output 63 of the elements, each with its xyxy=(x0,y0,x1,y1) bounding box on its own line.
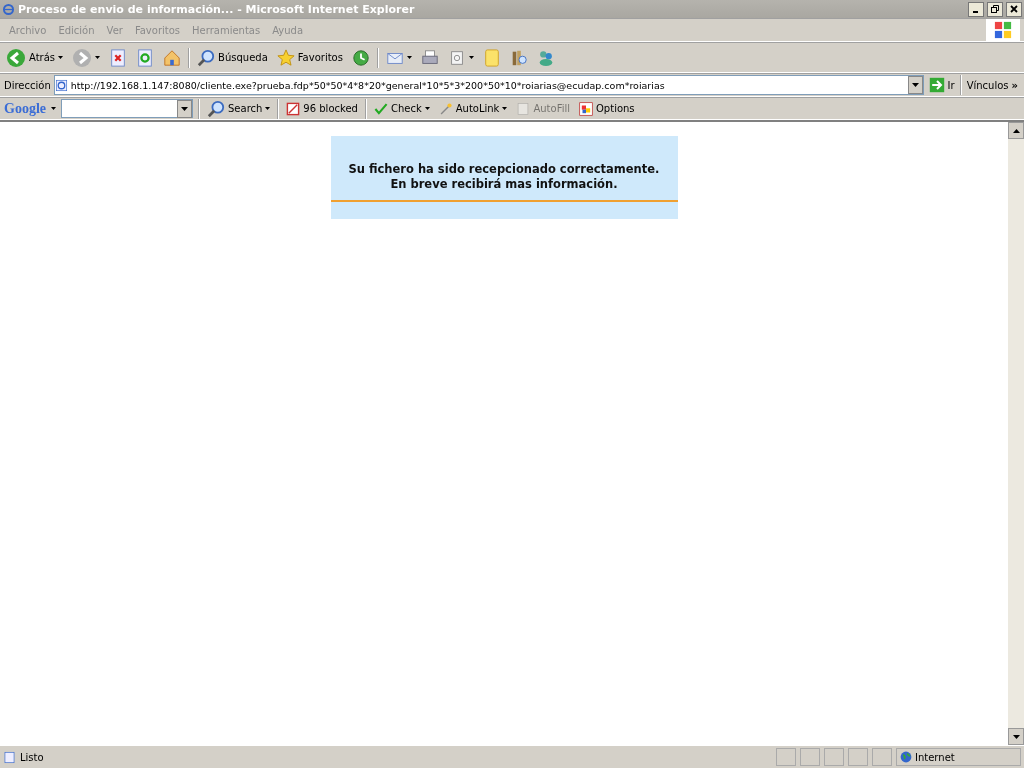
spellcheck-icon xyxy=(373,101,388,116)
status-panel xyxy=(872,748,892,766)
dropdown-button[interactable] xyxy=(907,76,923,94)
toolbar-button[interactable]: Options xyxy=(577,101,637,116)
toolbar-button[interactable]: Check xyxy=(371,101,432,116)
go-button[interactable]: Ir xyxy=(926,77,957,93)
refresh-icon xyxy=(136,48,155,67)
search-field[interactable] xyxy=(61,99,193,118)
go-arrow-icon xyxy=(928,77,945,93)
restore-button[interactable] xyxy=(987,1,1003,17)
toolbar-button[interactable]: Favoritos xyxy=(274,48,345,67)
up-arrow-icon xyxy=(1012,128,1020,133)
toolbar-button[interactable]: Atrás xyxy=(4,47,66,68)
clock-icon xyxy=(351,48,370,67)
magnifier-icon xyxy=(207,99,225,118)
status-panel xyxy=(824,748,844,766)
stop-icon xyxy=(109,48,128,67)
star-icon xyxy=(276,48,295,67)
scrollbar[interactable] xyxy=(1008,122,1024,745)
links-button[interactable]: Vínculos » xyxy=(964,79,1020,91)
caret-icon[interactable] xyxy=(95,56,101,59)
caret-icon[interactable] xyxy=(468,56,474,59)
caret-icon[interactable] xyxy=(51,107,56,110)
toolbar-button[interactable]: 96 blocked xyxy=(284,101,360,116)
restore-icon xyxy=(991,5,999,13)
status-text: Listo xyxy=(20,751,45,763)
close-button[interactable] xyxy=(1006,1,1022,17)
down-arrow-icon xyxy=(1012,734,1020,739)
browser-icon xyxy=(2,2,15,16)
window-title: Proceso de envio de información... - Microsoft Internet Explorer xyxy=(18,2,416,16)
address-label: Dirección xyxy=(4,79,51,91)
toolbar-button[interactable]: Búsqueda xyxy=(195,48,270,67)
status-panel xyxy=(776,748,796,766)
home-icon xyxy=(163,48,182,67)
page-icon xyxy=(3,750,16,764)
minimize-button[interactable] xyxy=(968,1,984,17)
dropdown-button[interactable] xyxy=(177,100,192,118)
down-arrow-icon xyxy=(911,83,919,87)
caret-icon[interactable] xyxy=(265,107,271,110)
message-text: En breve recibirá mas información. xyxy=(390,177,618,192)
caret-icon[interactable] xyxy=(58,56,64,59)
windows-logo xyxy=(986,19,1020,41)
message-text: Su fichero ha sido recepcionado correctamente. xyxy=(348,162,660,177)
wand-icon xyxy=(438,101,453,116)
page-icon xyxy=(54,78,68,92)
magnifier-icon xyxy=(197,48,216,67)
caret-icon[interactable] xyxy=(406,56,412,59)
note-icon xyxy=(482,48,501,67)
zone-panel: Internet xyxy=(896,748,1021,766)
caret-icon[interactable] xyxy=(424,107,430,110)
down-arrow-icon xyxy=(181,107,188,111)
blocker-icon xyxy=(286,101,301,116)
status-panel xyxy=(848,748,868,766)
options-icon xyxy=(579,101,593,116)
address-field[interactable]: http://192.168.1.147:8080/cliente.exe?prueba.fdp*50*50*4*8*20*general*10*5*3*200*50*10*roiarias@ecudap.com*roiarias xyxy=(53,75,924,95)
close-icon xyxy=(1010,5,1018,13)
toolbar-button[interactable]: Search xyxy=(205,99,273,118)
globe-icon xyxy=(900,751,912,763)
caret-icon[interactable] xyxy=(502,107,508,110)
status-panel xyxy=(800,748,820,766)
printer-icon xyxy=(420,48,439,67)
toolbar-button[interactable]: AutoLink xyxy=(436,101,510,116)
form-icon xyxy=(516,101,531,116)
